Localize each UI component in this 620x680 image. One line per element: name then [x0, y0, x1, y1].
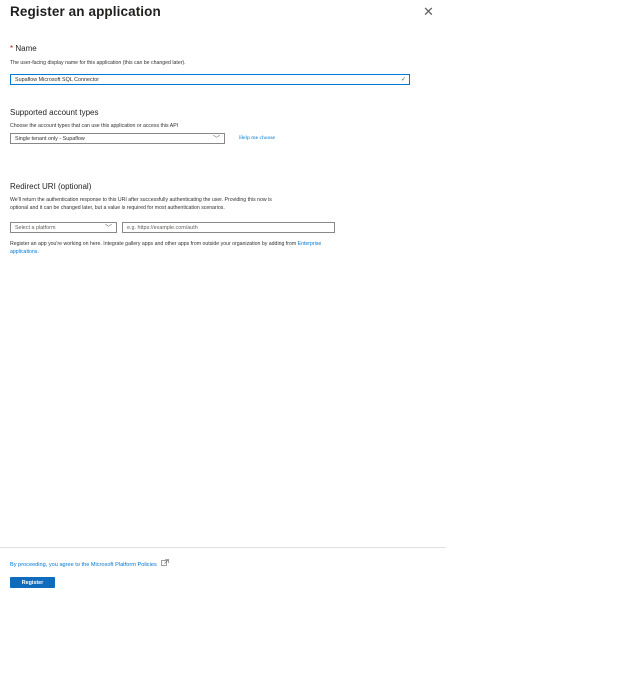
- platform-placeholder: Select a platform: [15, 224, 56, 231]
- checkmark-icon: ✓: [400, 77, 406, 83]
- name-section-title: * Name: [10, 44, 37, 53]
- account-types-description: Choose the account types that can use th…: [10, 123, 179, 129]
- redirect-uri-placeholder: e.g. https://example.com/auth: [127, 224, 198, 231]
- register-info-line2: applications.: [10, 249, 39, 257]
- register-info-suffix: .: [37, 249, 39, 255]
- register-info-line1: Register an app you're working on here. …: [10, 241, 321, 249]
- platform-dropdown[interactable]: Select a platform ﹀: [10, 222, 117, 233]
- app-name-input[interactable]: Supaflow Microsoft SQL Connector ✓: [10, 74, 410, 85]
- register-info-text: Register an app you're working on here. …: [10, 241, 297, 247]
- policies-text: By proceeding, you agree to the Microsof…: [10, 562, 157, 568]
- redirect-uri-input[interactable]: e.g. https://example.com/auth: [122, 222, 335, 233]
- footer-divider: [0, 547, 446, 548]
- redirect-description-line2: optional and it can be changed later, bu…: [10, 205, 225, 211]
- page-title: Register an application: [10, 4, 161, 19]
- redirect-uri-title: Redirect URI (optional): [10, 182, 92, 191]
- help-me-choose-link[interactable]: Help me choose: [239, 135, 275, 141]
- applications-link[interactable]: applications: [10, 249, 37, 255]
- platform-policies-link[interactable]: By proceeding, you agree to the Microsof…: [10, 559, 170, 568]
- account-types-selected: Single tenant only - Supaflow: [15, 135, 85, 142]
- more-options-icon[interactable]: · ·: [146, 8, 157, 17]
- chevron-down-icon: ﹀: [105, 225, 112, 232]
- enterprise-link[interactable]: Enterprise: [298, 241, 322, 247]
- name-description: The user-facing display name for this ap…: [10, 60, 186, 66]
- account-types-dropdown[interactable]: Single tenant only - Supaflow ﹀: [10, 133, 225, 144]
- app-name-value: Supaflow Microsoft SQL Connector: [15, 76, 99, 83]
- name-label: Name: [15, 44, 37, 53]
- required-mark: *: [10, 44, 14, 53]
- redirect-description-line1: We'll return the authentication response…: [10, 197, 272, 203]
- chevron-down-icon: ﹀: [213, 136, 220, 143]
- external-link-icon: [161, 559, 170, 568]
- account-types-title: Supported account types: [10, 108, 99, 117]
- close-icon[interactable]: ✕: [423, 5, 434, 18]
- register-button[interactable]: Register: [10, 577, 55, 588]
- register-app-panel: Register an application · · ✕ * Name The…: [0, 0, 446, 680]
